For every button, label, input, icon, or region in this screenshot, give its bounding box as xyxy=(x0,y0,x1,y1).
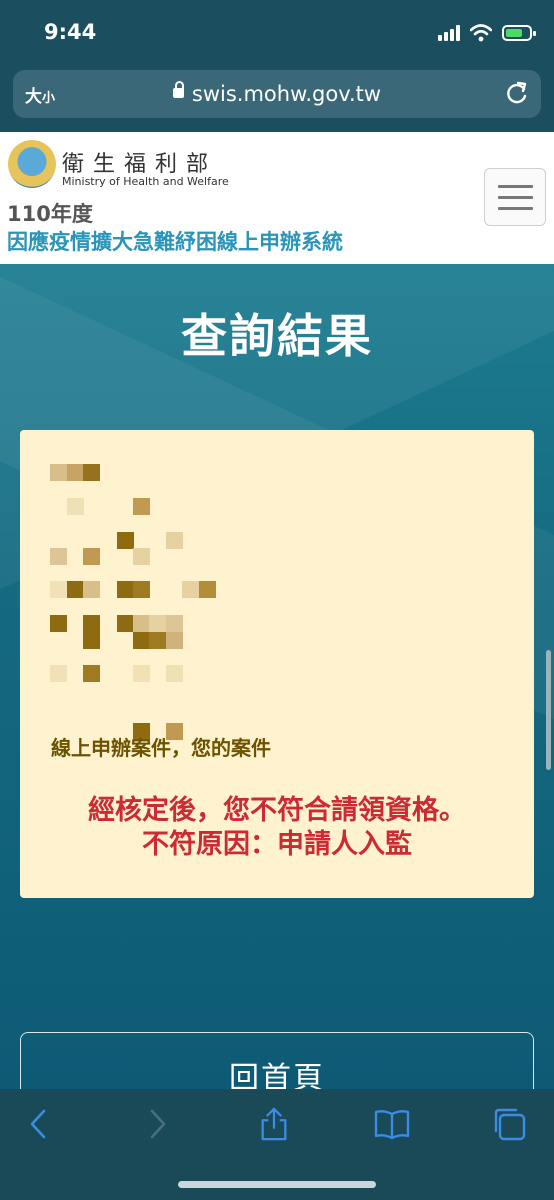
browser-address-area: 大小 swis.mohw.gov.tw xyxy=(0,62,554,132)
ministry-name: 衛生福利部 xyxy=(62,152,218,177)
ineligible-reason-text: 不符原因：申請人入監 xyxy=(142,829,412,860)
url-text: swis.mohw.gov.tw xyxy=(191,82,382,106)
battery-icon xyxy=(502,25,536,41)
site-header: 衛生福利部 Ministry of Health and Welfare 110… xyxy=(0,132,554,264)
ministry-logo[interactable] xyxy=(8,140,56,188)
reload-icon[interactable] xyxy=(505,80,529,106)
tabs-icon[interactable] xyxy=(492,1107,526,1141)
address-bar[interactable]: 大小 swis.mohw.gov.tw xyxy=(13,70,541,118)
menu-icon[interactable] xyxy=(484,168,546,226)
scroll-indicator xyxy=(546,650,551,770)
ministry-name-en: Ministry of Health and Welfare xyxy=(62,175,229,188)
wifi-icon xyxy=(470,24,492,42)
status-icons xyxy=(438,22,536,44)
status-time: 9:44 xyxy=(44,20,97,44)
system-name: 因應疫情擴大急難紓困線上申辦系統 xyxy=(7,230,343,254)
case-status-text: 線上申辦案件，您的案件 xyxy=(51,736,271,760)
result-card: 線上申辦案件，您的案件 經核定後，您不符合請領資格。 不符原因：申請人入監 xyxy=(20,430,534,898)
url-display[interactable]: swis.mohw.gov.tw xyxy=(13,81,541,106)
status-bar: 9:44 xyxy=(0,0,554,62)
cellular-signal-icon xyxy=(438,25,460,41)
page-title: 查詢結果 xyxy=(181,309,373,363)
share-icon[interactable] xyxy=(258,1107,290,1141)
back-icon[interactable] xyxy=(28,1107,48,1141)
site-year: 110年度 xyxy=(7,202,93,226)
bookmarks-icon[interactable] xyxy=(374,1107,410,1141)
home-indicator xyxy=(178,1181,376,1188)
forward-icon[interactable] xyxy=(148,1107,168,1141)
lock-icon xyxy=(172,81,184,98)
